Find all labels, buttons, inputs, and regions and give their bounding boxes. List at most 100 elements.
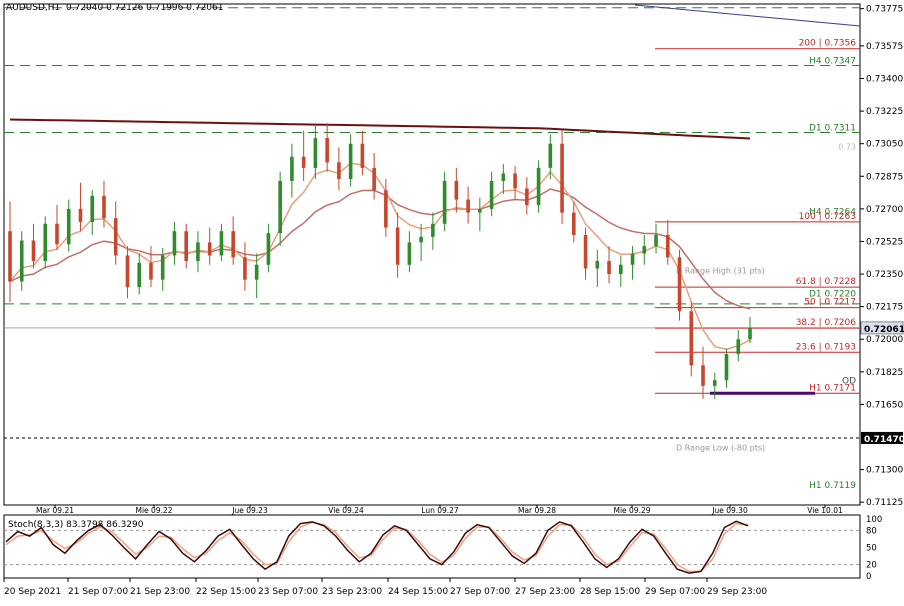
- symbol-label: AUDUSD,H1: [6, 3, 61, 13]
- price-tick-label: 0.72000: [866, 335, 903, 345]
- range-label: D Range Low (-80 pts): [676, 443, 765, 452]
- candle-body: [266, 233, 271, 265]
- candle-body: [642, 246, 647, 254]
- date-label: Vie 09.24: [328, 506, 364, 515]
- chart-window[interactable]: AUDUSD,H1 0.72040 0.72126 0.71996 0.7206…: [0, 0, 904, 602]
- time-label: 22 Sep 15:00: [196, 587, 256, 597]
- candle-body: [207, 242, 212, 256]
- candle-body: [442, 180, 447, 224]
- range-label: D Range High (31 pts): [676, 266, 765, 275]
- candle-body: [137, 262, 142, 288]
- fib-level-label: 50 | 0.7217: [804, 298, 856, 308]
- candle-body: [149, 262, 153, 280]
- price-tick-label: 0.72350: [866, 270, 903, 280]
- price-tick-label: 0.71650: [866, 400, 903, 410]
- stoch-tick-label: 20: [866, 561, 877, 571]
- date-label: Lun 09.27: [421, 506, 459, 515]
- time-label: 29 Sep 23:00: [707, 587, 767, 597]
- candle-body: [572, 212, 576, 235]
- candle-body: [19, 240, 24, 282]
- candle-body: [607, 261, 611, 275]
- candle-body: [125, 255, 130, 288]
- time-label: 21 Sep 23:00: [130, 587, 190, 597]
- fib-level-label: 61.8 | 0.7228: [796, 277, 857, 287]
- candle-body: [712, 380, 717, 386]
- candle-body: [431, 223, 435, 237]
- time-label: 24 Sep 15:00: [388, 587, 448, 597]
- ma-slow-line: [9, 118, 751, 140]
- time-label: 28 Sep 15:00: [580, 587, 640, 597]
- candle-body: [8, 231, 12, 282]
- candle-body: [489, 180, 494, 209]
- fib-level-label: 38.2 | 0.7206: [796, 318, 857, 328]
- fib-level-label: 23.6 | 0.7193: [796, 342, 856, 352]
- candle-body: [724, 354, 729, 381]
- price-tick-label: 0.71825: [866, 368, 903, 378]
- price-tick-label: 0.73775: [866, 5, 903, 15]
- candle-body: [66, 208, 71, 245]
- date-label: Mie 09.29: [613, 506, 650, 515]
- candle-body: [301, 156, 306, 168]
- candle-body: [466, 199, 470, 213]
- price-tick-label: 0.71300: [866, 466, 903, 476]
- current-price-label: 0.72061: [864, 325, 904, 335]
- price-tick-label: 0.72525: [866, 237, 903, 247]
- h1-level-label: H1 0.7171: [809, 383, 856, 393]
- time-label: 21 Sep 07:00: [68, 587, 128, 597]
- price-tick-label: 0.72700: [866, 205, 903, 215]
- candle-body: [689, 311, 694, 366]
- candle-body: [372, 167, 376, 191]
- price-tick-label: 0.73050: [866, 140, 903, 150]
- time-label: 20 Sep 2021: [4, 587, 61, 597]
- candle-body: [665, 234, 670, 258]
- ma-fast-line: [9, 162, 751, 350]
- candle-body: [184, 231, 188, 262]
- time-label: 23 Sep 07:00: [258, 587, 318, 597]
- time-label: 29 Sep 07:00: [645, 587, 705, 597]
- candle-body: [454, 180, 459, 200]
- candle-body: [525, 188, 529, 206]
- date-label: Mar 09.28: [518, 506, 556, 515]
- price-tick-label: 0.73575: [866, 42, 903, 52]
- candle-body: [337, 162, 341, 180]
- green-level-label: D1 0.7311: [809, 124, 856, 134]
- price-chart[interactable]: 200 | 0.7356H4 0.7347D1 0.73110.73H4 0.7…: [0, 0, 904, 602]
- date-label: Mie 09.22: [135, 506, 172, 515]
- price-tick-label: 0.73400: [866, 74, 903, 84]
- candle-body: [78, 208, 83, 222]
- candle-body: [384, 190, 388, 228]
- candle-body: [243, 257, 247, 280]
- candle-body: [407, 242, 412, 265]
- ohlc-label: 0.72040 0.72126 0.71996 0.72061: [66, 3, 224, 13]
- candle-body: [677, 257, 682, 312]
- candle-body: [290, 156, 294, 181]
- green-level-label: H4 0.7347: [809, 56, 856, 66]
- ma-mid-line: [9, 188, 751, 310]
- candle-body: [536, 167, 541, 206]
- candle-body: [736, 339, 741, 355]
- time-label: 23 Sep 23:00: [322, 587, 382, 597]
- candle-body: [102, 195, 106, 219]
- time-label: 27 Sep 23:00: [515, 587, 575, 597]
- candle-body: [254, 264, 259, 280]
- candle-body: [560, 143, 564, 213]
- candle-body: [701, 365, 705, 386]
- candle-body: [360, 143, 365, 168]
- chart-header: AUDUSD,H1 0.72040 0.72126 0.71996 0.7206…: [6, 3, 223, 13]
- candle-body: [513, 173, 517, 189]
- fib-level-label: 100 | 0.7263: [799, 212, 856, 222]
- candle-body: [630, 253, 635, 265]
- candle-body: [419, 236, 423, 243]
- stoch-tick-label: 100: [866, 515, 882, 525]
- candle-body: [548, 143, 553, 168]
- candle-body: [31, 240, 36, 262]
- candle-body: [748, 328, 752, 340]
- candle-body: [395, 227, 400, 265]
- price-tick-label: 0.71125: [866, 498, 903, 508]
- date-label: Vie 10.01: [807, 506, 843, 515]
- candle-body: [231, 231, 235, 258]
- date-label: Jue 09.30: [711, 506, 748, 515]
- date-label: Mar 09.21: [36, 506, 74, 515]
- candle-body: [43, 223, 48, 262]
- candle-body: [160, 255, 165, 280]
